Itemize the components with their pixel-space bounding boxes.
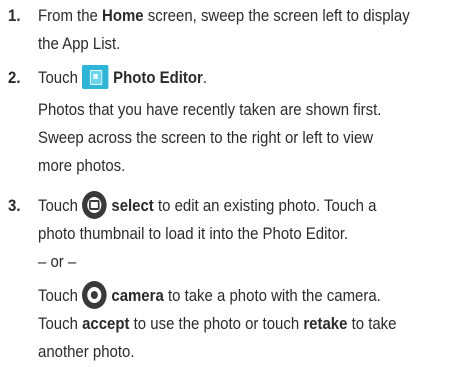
step-text: From the Home screen, sweep the screen l… (38, 2, 425, 58)
step-number: 1. (8, 6, 21, 25)
step-line: Photos that you have recently taken are … (38, 100, 382, 119)
step-line: From the Home screen, sweep the screen l… (38, 2, 425, 30)
step-line: Touch camera to take a photo with the cam… (38, 280, 425, 310)
camera-icon-lens (91, 290, 99, 299)
camera-label: camera (111, 286, 164, 305)
step-line: Sweep across the screen to the right or … (38, 128, 374, 147)
step-text: Touch select to edit an existing photo. T… (38, 190, 425, 366)
instruction-page: 1. From the Home screen, sweep the scree… (0, 0, 472, 367)
step-line: Touch select to edit an existing photo. T… (38, 190, 425, 220)
text-run: From the (38, 6, 103, 25)
text-run: Touch (38, 286, 78, 305)
step-number: 2. (8, 68, 21, 87)
text-run: to take (347, 314, 397, 333)
text-run: . (202, 68, 208, 87)
or-separator: – or – (38, 252, 77, 271)
text-run: to take a photo with the camera. (163, 286, 381, 305)
text-run: Touch (38, 196, 78, 215)
camera-icon (82, 280, 107, 309)
text-run: Touch (38, 68, 78, 87)
select-label: select (111, 196, 154, 215)
step-text: Touch Photo Editor. Photos that you have … (38, 64, 425, 180)
select-icon-picture (89, 199, 100, 210)
text-run: Touch (38, 314, 83, 333)
select-icon (82, 190, 107, 219)
text-run: to use the photo or touch (129, 314, 304, 333)
photo-editor-label: Photo Editor (113, 68, 203, 87)
text-run: to edit an existing photo. Touch a (153, 196, 377, 215)
home-label: Home (102, 6, 144, 25)
step-line: Touch accept to use the photo or touch r… (38, 310, 425, 338)
step-line: Touch Photo Editor. (38, 64, 425, 92)
retake-label: retake (303, 314, 348, 333)
step-line: the App List. (38, 34, 121, 53)
text-run: screen, sweep the screen left to display (143, 6, 410, 25)
step-number: 3. (8, 196, 21, 215)
step-line: more photos. (38, 156, 126, 175)
photo-editor-app-icon (82, 64, 109, 89)
step-line: photo thumbnail to load it into the Phot… (38, 224, 349, 243)
step-line: another photo. (38, 342, 135, 361)
accept-label: accept (82, 314, 130, 333)
